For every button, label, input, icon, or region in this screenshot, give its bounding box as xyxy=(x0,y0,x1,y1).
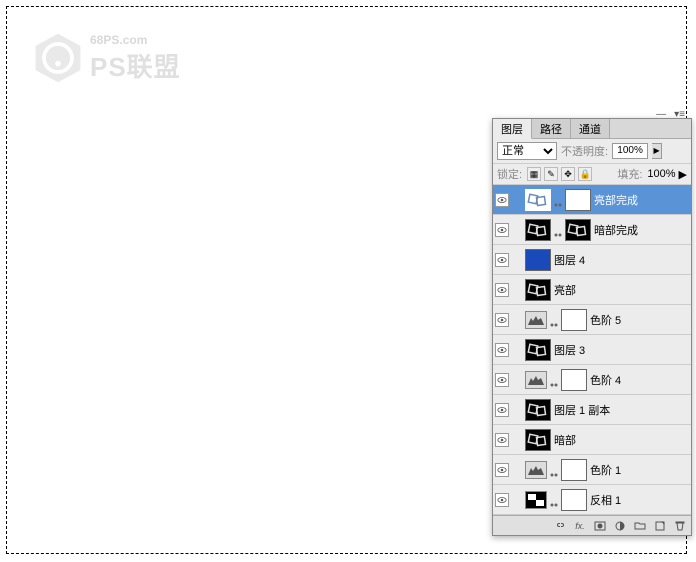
tab-layers[interactable]: 图层 xyxy=(493,119,532,139)
add-mask-icon[interactable] xyxy=(593,519,607,533)
opacity-flyout-icon[interactable]: ▶ xyxy=(652,143,662,159)
layer-mask-thumb[interactable] xyxy=(561,489,587,511)
layer-thumb[interactable] xyxy=(525,429,551,451)
visibility-eye-icon[interactable] xyxy=(495,343,509,357)
watermark: 68PS.com PS联盟 xyxy=(30,30,181,86)
layer-name[interactable]: 色阶 4 xyxy=(590,372,689,388)
adjustment-thumb[interactable] xyxy=(525,461,547,479)
lock-pixels-icon[interactable]: ✎ xyxy=(544,167,558,181)
layer-thumb[interactable] xyxy=(525,399,551,421)
watermark-brand: PS联盟 xyxy=(90,47,181,84)
layer-name[interactable]: 暗部 xyxy=(554,432,689,448)
layer-mask-thumb[interactable] xyxy=(561,459,587,481)
blend-mode-select[interactable]: 正常 xyxy=(497,142,557,160)
visibility-eye-icon[interactable] xyxy=(495,313,509,327)
panel-footer: fx. xyxy=(493,515,691,535)
layer-thumb[interactable] xyxy=(525,219,551,241)
layer-mask-thumb[interactable] xyxy=(561,369,587,391)
layer-thumb[interactable] xyxy=(525,279,551,301)
layer-row[interactable]: 色阶 4 xyxy=(493,365,691,395)
panel-tabs: 图层 路径 通道 xyxy=(493,119,691,139)
adjustment-thumb[interactable] xyxy=(525,311,547,329)
fill-value[interactable]: 100% xyxy=(647,168,675,180)
mask-link-icon[interactable] xyxy=(554,226,562,234)
visibility-eye-icon[interactable] xyxy=(495,253,509,267)
lock-all-icon[interactable]: 🔒 xyxy=(578,167,592,181)
lock-label: 锁定: xyxy=(497,166,522,182)
layer-name[interactable]: 色阶 1 xyxy=(590,462,689,478)
layer-thumb[interactable] xyxy=(525,249,551,271)
layer-row[interactable]: 暗部 xyxy=(493,425,691,455)
layers-list: 亮部完成暗部完成图层 4 亮部色阶 5 图层 3 色阶 4 图层 1 副本暗部色阶 1 反… xyxy=(493,185,691,515)
link-layers-icon[interactable] xyxy=(553,519,567,533)
layer-row[interactable]: 亮部 xyxy=(493,275,691,305)
group-icon[interactable] xyxy=(633,519,647,533)
visibility-eye-icon[interactable] xyxy=(495,373,509,387)
blend-opacity-row: 正常 不透明度: 100% ▶ xyxy=(493,139,691,164)
layer-mask-thumb[interactable] xyxy=(565,219,591,241)
mask-link-icon[interactable] xyxy=(550,466,558,474)
tab-paths[interactable]: 路径 xyxy=(532,119,571,138)
adjustment-icon[interactable] xyxy=(613,519,627,533)
layer-row[interactable]: 亮部完成 xyxy=(493,185,691,215)
fill-label: 填充: xyxy=(617,166,642,182)
visibility-eye-icon[interactable] xyxy=(495,433,509,447)
menu-icon[interactable]: ▾≡ xyxy=(674,109,685,120)
new-layer-icon[interactable] xyxy=(653,519,667,533)
layer-row[interactable]: 图层 3 xyxy=(493,335,691,365)
layer-row[interactable]: 图层 1 副本 xyxy=(493,395,691,425)
logo-icon xyxy=(30,30,86,86)
layer-name[interactable]: 图层 3 xyxy=(554,342,689,358)
layer-row[interactable]: 色阶 5 xyxy=(493,305,691,335)
layer-name[interactable]: 暗部完成 xyxy=(594,222,689,238)
trash-icon[interactable] xyxy=(673,519,687,533)
lock-fill-row: 锁定: ▦ ✎ ✥ 🔒 填充: 100% ▶ xyxy=(493,164,691,185)
watermark-url: 68PS.com xyxy=(90,33,181,47)
layer-row[interactable]: 暗部完成 xyxy=(493,215,691,245)
mask-link-icon[interactable] xyxy=(550,496,558,504)
visibility-eye-icon[interactable] xyxy=(495,403,509,417)
fx-icon[interactable]: fx. xyxy=(573,519,587,533)
layer-row[interactable]: 反相 1 xyxy=(493,485,691,515)
mask-link-icon[interactable] xyxy=(550,316,558,324)
fill-flyout-icon[interactable]: ▶ xyxy=(679,168,687,181)
layer-name[interactable]: 图层 1 副本 xyxy=(554,402,689,418)
layer-row[interactable]: 色阶 1 xyxy=(493,455,691,485)
mask-link-icon[interactable] xyxy=(554,196,562,204)
layer-thumb[interactable] xyxy=(525,189,551,211)
visibility-eye-icon[interactable] xyxy=(495,223,509,237)
adjustment-thumb[interactable] xyxy=(525,371,547,389)
layer-name[interactable]: 亮部 xyxy=(554,282,689,298)
layer-name[interactable]: 反相 1 xyxy=(590,492,689,508)
adjustment-thumb[interactable] xyxy=(525,491,547,509)
layer-thumb[interactable] xyxy=(525,339,551,361)
opacity-label: 不透明度: xyxy=(561,143,608,159)
opacity-value[interactable]: 100% xyxy=(612,143,648,159)
layer-name[interactable]: 亮部完成 xyxy=(594,192,689,208)
tab-channels[interactable]: 通道 xyxy=(571,119,610,138)
lock-position-icon[interactable]: ✥ xyxy=(561,167,575,181)
visibility-eye-icon[interactable] xyxy=(495,193,509,207)
mask-link-icon[interactable] xyxy=(550,376,558,384)
layers-panel: — ▾≡ 图层 路径 通道 正常 不透明度: 100% ▶ 锁定: ▦ ✎ ✥ … xyxy=(492,118,692,536)
layer-row[interactable]: 图层 4 xyxy=(493,245,691,275)
visibility-eye-icon[interactable] xyxy=(495,493,509,507)
visibility-eye-icon[interactable] xyxy=(495,463,509,477)
layer-name[interactable]: 图层 4 xyxy=(554,252,689,268)
minimize-icon[interactable]: — xyxy=(656,109,666,120)
visibility-eye-icon[interactable] xyxy=(495,283,509,297)
layer-name[interactable]: 色阶 5 xyxy=(590,312,689,328)
lock-transparency-icon[interactable]: ▦ xyxy=(527,167,541,181)
layer-mask-thumb[interactable] xyxy=(565,189,591,211)
layer-mask-thumb[interactable] xyxy=(561,309,587,331)
